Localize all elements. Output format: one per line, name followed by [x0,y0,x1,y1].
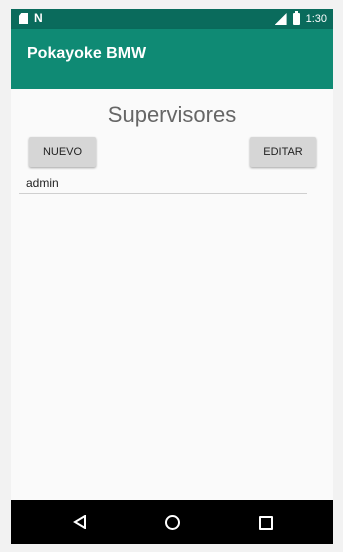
list-item[interactable]: admin [19,175,307,194]
sd-card-icon [19,13,28,24]
app-bar: Pokayoke BMW [11,29,333,89]
n-icon: N [34,11,43,25]
content-area: Supervisores NUEVO EDITAR admin [11,89,333,500]
signal-icon [274,13,287,25]
recent-apps-icon[interactable] [259,516,273,530]
edit-button[interactable]: EDITAR [250,137,316,167]
battery-icon [292,11,300,25]
status-right: 1:30 [274,11,327,26]
status-bar: N 1:30 [11,9,333,29]
page-title: Supervisores [107,102,237,127]
new-button[interactable]: NUEVO [29,137,96,167]
home-icon[interactable] [165,515,180,530]
status-time: 1:30 [305,13,327,25]
navigation-bar [11,500,333,544]
status-left: N [19,11,44,25]
supervisor-list: admin [19,175,307,194]
back-icon[interactable] [73,515,87,529]
device-background: N 1:30 Pokayoke BMW Supervisores NUEVO E… [0,0,343,552]
phone-screen: N 1:30 Pokayoke BMW Supervisores NUEVO E… [11,9,333,544]
app-title: Pokayoke BMW [27,45,147,62]
